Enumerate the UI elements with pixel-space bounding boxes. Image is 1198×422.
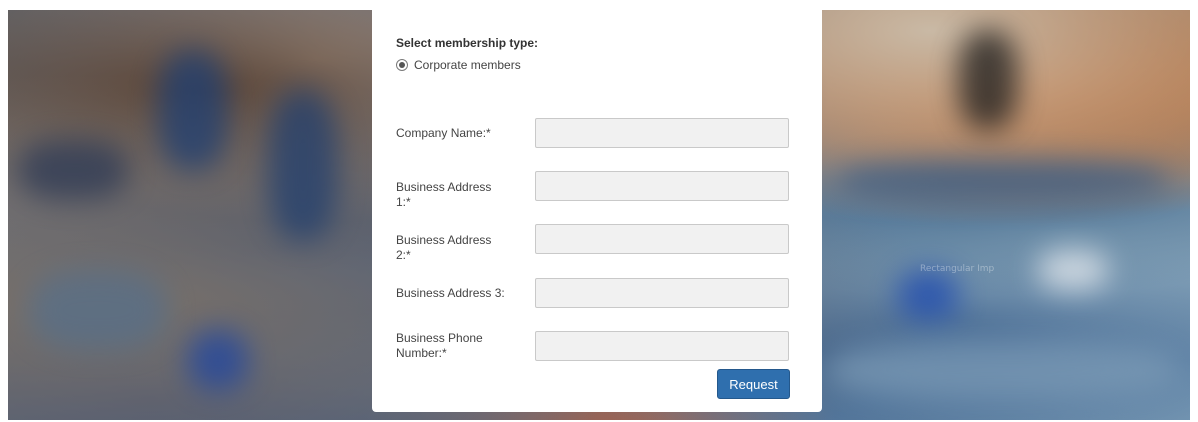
company-name-input[interactable]: [535, 118, 789, 148]
background-blob: [268, 90, 338, 240]
business-address-3-label: Business Address 3:: [396, 286, 505, 300]
membership-option-corporate[interactable]: Corporate members: [396, 58, 521, 72]
request-button[interactable]: Request: [717, 369, 790, 399]
company-name-label: Company Name:*: [396, 126, 491, 140]
membership-option-label: Corporate members: [414, 58, 521, 72]
background-blob: [158, 50, 228, 170]
background-blob: [18, 140, 128, 200]
background-blob: [188, 330, 248, 390]
business-address-2-label: Business Address 2:*: [396, 233, 492, 262]
membership-type-heading: Select membership type:: [396, 36, 539, 50]
business-phone-input[interactable]: [535, 331, 789, 361]
background-blob: [898, 270, 958, 320]
membership-form-card: Select membership type: Corporate member…: [372, 10, 822, 412]
business-address-2-input[interactable]: [535, 224, 789, 254]
business-address-1-input[interactable]: [535, 171, 789, 201]
business-address-1-label: Business Address 1:*: [396, 180, 492, 209]
business-address-3-input[interactable]: [535, 278, 789, 308]
background-blob: [828, 340, 1178, 400]
business-phone-label: Business Phone Number:*: [396, 331, 483, 360]
radio-selected-dot: [399, 62, 405, 68]
background-overlay-text: Rectangular Imp: [920, 264, 995, 274]
radio-button[interactable]: [396, 59, 408, 71]
background-blob: [958, 30, 1018, 130]
background-blob: [28, 270, 168, 350]
background-blob: [838, 160, 1168, 200]
background-blob: [1038, 250, 1108, 290]
background-area: Rectangular Imp Select membership type: …: [8, 10, 1190, 420]
